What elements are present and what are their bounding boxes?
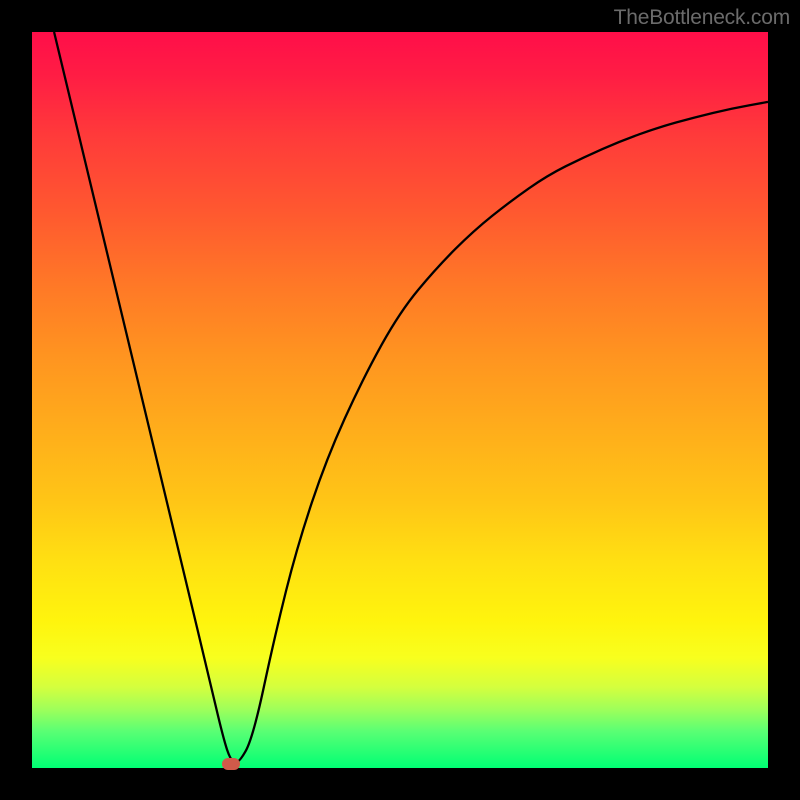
- chart-frame: TheBottleneck.com: [0, 0, 800, 800]
- watermark-text: TheBottleneck.com: [614, 6, 790, 30]
- chart-curve: [32, 32, 768, 768]
- curve-line: [54, 32, 768, 763]
- curve-marker: [222, 758, 240, 770]
- plot-area: [32, 32, 768, 768]
